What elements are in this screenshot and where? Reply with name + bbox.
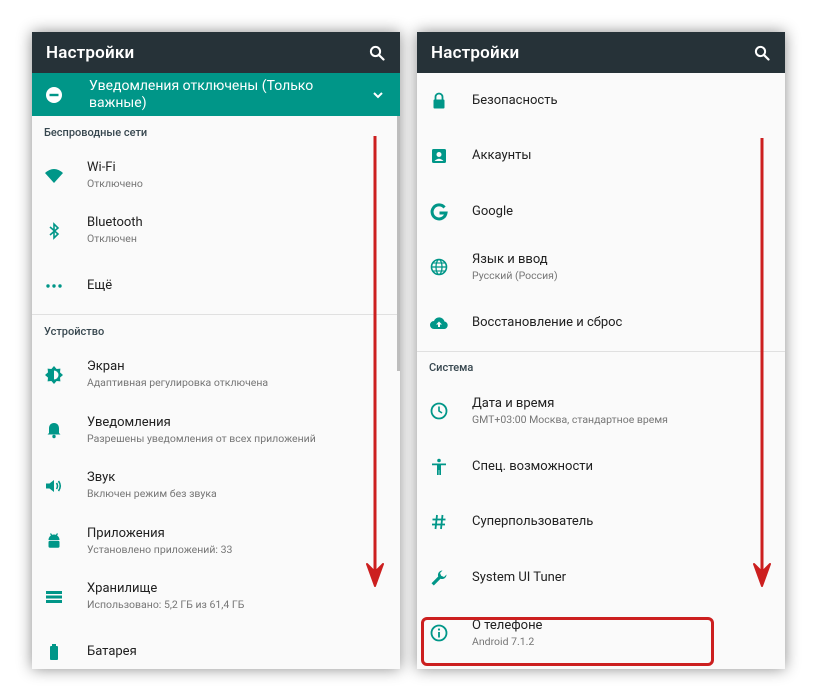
setting-title: Суперпользователь <box>472 514 594 530</box>
setting-subtitle: Адаптивная регулировка отключена <box>87 376 269 390</box>
setting-title: Язык и ввод <box>472 251 548 267</box>
lock-icon <box>429 91 449 111</box>
setting-subtitle: Включен режим без звука <box>87 487 217 501</box>
more-icon <box>44 276 64 296</box>
battery-icon <box>44 642 64 662</box>
setting-title: Дата и время <box>472 395 555 411</box>
setting-title: Батарея <box>87 644 137 660</box>
do-not-disturb-icon <box>45 86 63 104</box>
accessibility-icon <box>429 457 449 477</box>
toolbar: Настройки <box>32 32 400 73</box>
setting-item-notifications[interactable]: Уведомления Разрешены уведомления от все… <box>32 403 400 459</box>
setting-item-more[interactable]: Ещё <box>32 259 400 315</box>
search-icon[interactable] <box>753 44 771 62</box>
clock-icon <box>429 401 449 421</box>
section-header-device: Устройство <box>44 324 105 338</box>
setting-subtitle: Установлено приложений: 33 <box>87 542 233 556</box>
bell-icon <box>44 420 64 440</box>
setting-title: Аккаунты <box>472 148 532 164</box>
bluetooth-icon <box>44 221 64 241</box>
scrollbar[interactable] <box>397 116 400 371</box>
setting-item-bluetooth[interactable]: Bluetooth Отключен <box>32 203 400 259</box>
setting-item-date-time[interactable]: Дата и время GMT+03:00 Москва, стандартн… <box>417 384 785 440</box>
settings-list: Безопасность Аккаунты Google Язык и ввод… <box>417 73 785 661</box>
setting-title: Спец. возможности <box>472 458 594 474</box>
setting-item-google[interactable]: Google <box>417 184 785 240</box>
setting-subtitle: GMT+03:00 Москва, стандартное время <box>472 412 668 426</box>
android-icon <box>44 531 64 551</box>
setting-item-display[interactable]: Экран Адаптивная регулировка отключена <box>32 347 400 403</box>
setting-subtitle: Отключен <box>87 232 137 246</box>
setting-item-security[interactable]: Безопасность <box>417 73 785 129</box>
cloud-upload-icon <box>429 313 449 333</box>
google-icon <box>429 202 449 222</box>
scroll-down-arrow-left <box>366 136 384 587</box>
setting-title: Хранилище <box>87 581 158 597</box>
page-title: Настройки <box>46 42 135 63</box>
settings-list: Беспроводные сети Wi-Fi Отключено Blueto… <box>32 116 400 669</box>
chevron-down-icon[interactable] <box>370 87 386 103</box>
search-icon[interactable] <box>368 44 386 62</box>
dnd-banner[interactable]: Уведомления отключены (Только важные) <box>32 73 400 116</box>
setting-item-apps[interactable]: Приложения Установлено приложений: 33 <box>32 514 400 570</box>
setting-item-language[interactable]: Язык и ввод Русский (Россия) <box>417 240 785 296</box>
setting-item-accounts[interactable]: Аккаунты <box>417 129 785 185</box>
setting-title: Безопасность <box>472 92 558 108</box>
setting-title: Ещё <box>87 278 113 294</box>
page-title: Настройки <box>431 42 520 63</box>
setting-subtitle: Разрешены уведомления от всех приложений <box>87 431 316 445</box>
right-settings-screen: Настройки Безопасность Аккаунты Google Я… <box>417 32 785 669</box>
setting-title: Bluetooth <box>87 215 143 231</box>
volume-icon <box>44 476 64 496</box>
left-settings-screen: Настройки Уведомления отключены (Только … <box>32 32 400 669</box>
setting-item-battery[interactable]: Батарея <box>32 625 400 670</box>
setting-title: System UI Tuner <box>472 569 567 585</box>
account-icon <box>429 146 449 166</box>
setting-subtitle: Русский (Россия) <box>472 268 558 282</box>
setting-title: Звук <box>87 470 116 486</box>
setting-item-accessibility[interactable]: Спец. возможности <box>417 439 785 495</box>
setting-item-sound[interactable]: Звук Включен режим без звука <box>32 458 400 514</box>
setting-title: Приложения <box>87 525 165 541</box>
setting-item-backup-reset[interactable]: Восстановление и сброс <box>417 295 785 351</box>
setting-title: Wi-Fi <box>87 160 116 175</box>
setting-title: Уведомления <box>87 414 171 430</box>
setting-item-superuser[interactable]: Суперпользователь <box>417 495 785 551</box>
highlight-about-phone <box>421 617 714 666</box>
setting-title: Восстановление и сброс <box>472 314 623 330</box>
setting-title: Google <box>472 203 514 219</box>
setting-item-storage[interactable]: Хранилище Использовано: 5,2 ГБ из 61,4 Г… <box>32 569 400 625</box>
scroll-down-arrow-right <box>753 138 771 587</box>
setting-item-system-ui-tuner[interactable]: System UI Tuner <box>417 550 785 606</box>
hash-icon <box>429 512 449 532</box>
setting-subtitle: Использовано: 5,2 ГБ из 61,4 ГБ <box>87 598 245 612</box>
wifi-icon <box>44 166 64 186</box>
brightness-icon <box>44 365 64 385</box>
setting-title: Экран <box>87 359 125 375</box>
storage-icon <box>44 587 64 607</box>
section-header-wireless: Беспроводные сети <box>44 125 148 139</box>
globe-icon <box>429 257 449 277</box>
setting-subtitle: Отключено <box>87 177 143 190</box>
wrench-icon <box>429 568 449 588</box>
toolbar: Настройки <box>417 32 785 73</box>
dnd-banner-text: Уведомления отключены (Только важные) <box>89 77 314 111</box>
setting-item-wifi[interactable]: Wi-Fi Отключено <box>32 148 400 203</box>
section-header-system: Система <box>429 361 474 374</box>
